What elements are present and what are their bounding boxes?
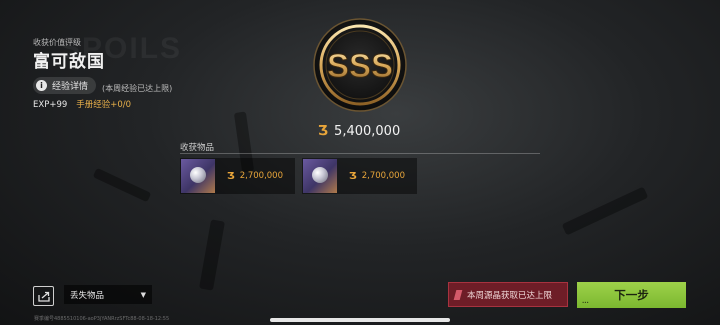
home-indicator[interactable] (270, 318, 450, 322)
background-debris (561, 186, 649, 236)
background-debris (92, 167, 152, 203)
loot-item-price: 2,700,000 (361, 171, 405, 181)
total-reward-value: 5,400,000 (334, 124, 401, 139)
exp-value: EXP+99 (33, 100, 68, 110)
exp-summary: EXP+99 手册经验+0/0 (33, 98, 131, 110)
loot-section-title: 收获物品 (180, 143, 215, 153)
grade-text: SSS (327, 47, 393, 84)
dropdown-arrow-icon: ▼ (140, 290, 146, 299)
next-button-label: 下一步 (614, 288, 649, 302)
loot-item[interactable]: Ʒ 2,700,000 (302, 158, 417, 194)
total-reward: Ʒ 5,400,000 (318, 124, 400, 139)
lost-items-dropdown[interactable]: 丢失物品 ▼ (64, 285, 152, 304)
exp-details-label: 经验详情 (52, 82, 89, 92)
share-icon (37, 291, 50, 302)
loot-item[interactable]: Ʒ 2,700,000 (180, 158, 295, 194)
weekly-exp-limit-note: (本周经验已达上限) (102, 84, 173, 93)
gem-icon (181, 159, 215, 193)
grade-badge: SSS (313, 18, 407, 112)
crystal-limit-text: 本周源晶获取已达上限 (467, 290, 553, 301)
section-divider (180, 153, 540, 154)
info-icon: i (36, 80, 47, 91)
lost-items-label: 丢失物品 (70, 290, 105, 301)
currency-icon: Ʒ (318, 124, 329, 139)
gem-icon (303, 159, 337, 193)
rank-title: 富可敌国 (33, 52, 105, 72)
currency-icon: Ʒ (227, 170, 235, 182)
exp-details-button[interactable]: i 经验详情 (33, 77, 97, 94)
crystal-icon (453, 289, 463, 300)
footer-code: 赛季编号4885510106-aoP3jYANRrzSFTc88-08-18-1… (34, 316, 170, 322)
next-button[interactable]: ... 下一步 (577, 282, 686, 308)
loot-item-price: 2,700,000 (239, 171, 283, 181)
loot-item-value: Ʒ 2,700,000 (349, 171, 405, 182)
loot-item-value: Ʒ 2,700,000 (227, 171, 283, 182)
share-button[interactable] (33, 286, 54, 306)
next-button-dots: ... (582, 298, 589, 305)
crystal-limit-notice: 本周源晶获取已达上限 (448, 282, 568, 307)
currency-icon: Ʒ (349, 170, 357, 182)
background-debris (199, 219, 225, 291)
manual-exp-value: 手册经验+0/0 (76, 100, 132, 110)
